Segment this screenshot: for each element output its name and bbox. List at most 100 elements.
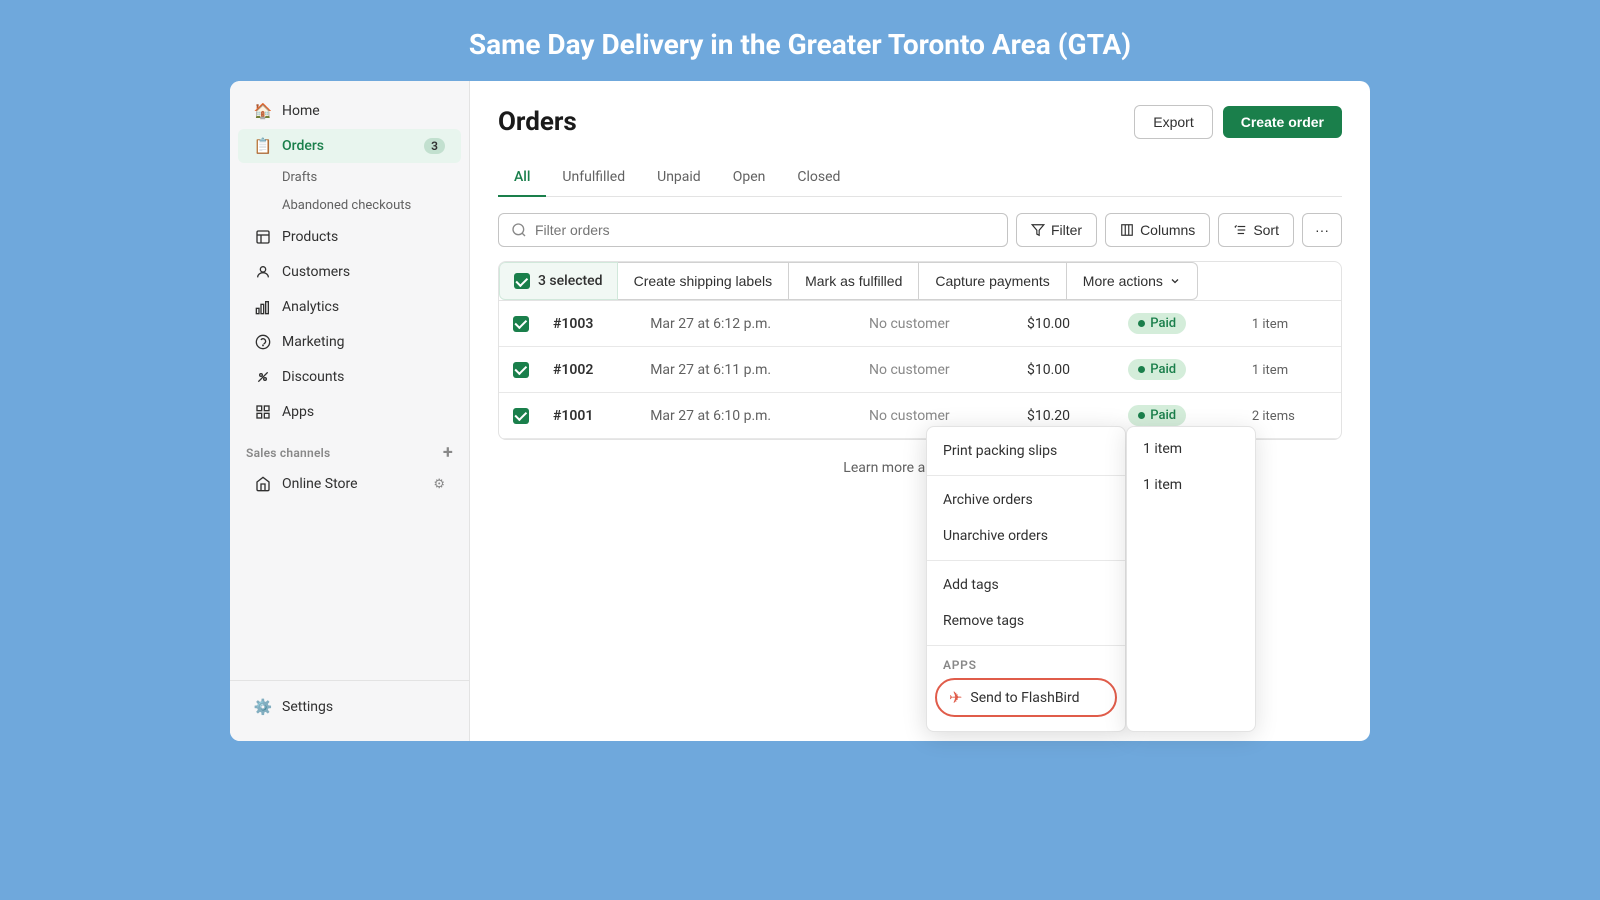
products-icon [254,228,272,246]
filter-icon [1031,223,1045,237]
search-box [498,213,1008,247]
sidebar-item-products[interactable]: Products [238,220,461,254]
main-header: Orders Export Create order [498,105,1342,139]
sales-channels-section: Sales channels + [230,430,469,466]
order-date: Mar 27 at 6:10 p.m. [650,408,771,424]
sidebar: 🏠 Home 📋 Orders 3 Drafts Abandoned check… [230,81,470,741]
order-checkbox[interactable] [513,362,529,378]
tab-unpaid[interactable]: Unpaid [641,159,717,197]
customers-icon [254,263,272,281]
dropdown-item-unarchive[interactable]: Unarchive orders [927,518,1125,554]
sidebar-item-orders[interactable]: 📋 Orders 3 [238,129,461,163]
tab-open[interactable]: Open [717,159,782,197]
table-row[interactable]: #1003 Mar 27 at 6:12 p.m. No customer $1… [499,301,1341,347]
order-items: 1 item [1252,317,1288,332]
sidebar-sub-label: Drafts [282,170,317,185]
order-status: Paid [1128,313,1186,334]
more-controls-button[interactable]: ··· [1302,213,1342,247]
order-number: #1002 [553,362,593,378]
tab-all[interactable]: All [498,159,546,197]
sidebar-item-abandoned[interactable]: Abandoned checkouts [238,192,461,219]
order-items: 2 items [1252,409,1295,424]
capture-payments-button[interactable]: Capture payments [919,262,1066,300]
dropdown-item-print-packing[interactable]: Print packing slips [927,433,1125,469]
marketing-icon [254,333,272,351]
order-status: Paid [1128,359,1186,380]
table-row[interactable]: #1002 Mar 27 at 6:11 p.m. No customer $1… [499,347,1341,393]
sidebar-item-home[interactable]: 🏠 Home [238,94,461,128]
order-checkbox[interactable] [513,316,529,332]
orders-icon: 📋 [254,137,272,155]
order-customer: No customer [869,362,950,378]
selection-count[interactable]: 3 selected [499,262,618,300]
sub-panel: 1 item 1 item [1126,426,1256,732]
sidebar-item-label: Online Store [282,476,358,492]
create-shipping-labels-button[interactable]: Create shipping labels [618,262,790,300]
dropdown-divider-2 [927,560,1125,561]
dropdown-item-archive[interactable]: Archive orders [927,482,1125,518]
main-content: Orders Export Create order All Unfulfill… [470,81,1370,741]
order-customer: No customer [869,408,950,424]
discounts-icon [254,368,272,386]
tab-closed[interactable]: Closed [781,159,856,197]
sidebar-item-label: Marketing [282,334,345,350]
sidebar-item-label: Analytics [282,299,339,315]
order-status: Paid [1128,405,1186,426]
tabs-bar: All Unfulfilled Unpaid Open Closed [498,159,1342,197]
sidebar-footer: ⚙️ Settings [230,680,470,725]
header-actions: Export Create order [1134,105,1342,139]
select-all-checkbox[interactable] [514,273,530,289]
chevron-down-icon [1169,275,1181,287]
analytics-icon [254,298,272,316]
order-number: #1003 [553,316,593,332]
home-icon: 🏠 [254,102,272,120]
orders-table-wrapper: 3 selected Create shipping labels Mark a… [498,261,1342,440]
dropdown-divider-3 [927,645,1125,646]
order-checkbox[interactable] [513,408,529,424]
search-input[interactable] [535,222,995,238]
sidebar-item-analytics[interactable]: Analytics [238,290,461,324]
sidebar-item-customers[interactable]: Customers [238,255,461,289]
sidebar-item-marketing[interactable]: Marketing [238,325,461,359]
sidebar-item-drafts[interactable]: Drafts [238,164,461,191]
dropdown-item-send-flashbird[interactable]: ✈ Send to FlashBird [935,678,1117,717]
tab-unfulfilled[interactable]: Unfulfilled [546,159,641,197]
sidebar-item-label: Customers [282,264,350,280]
online-store-settings-icon[interactable]: ⚙ [433,477,445,492]
dropdown-menu: Print packing slips Archive orders Unarc… [926,426,1126,732]
apps-section-label: APPS [927,652,1125,674]
export-button[interactable]: Export [1134,105,1212,139]
sidebar-item-apps[interactable]: Apps [238,395,461,429]
sort-icon [1233,223,1247,237]
apps-icon [254,403,272,421]
create-order-button[interactable]: Create order [1223,106,1342,138]
sidebar-item-label: Products [282,229,338,245]
sidebar-item-settings[interactable]: ⚙️ Settings [238,690,462,724]
sub-panel-item-1[interactable]: 1 item [1127,431,1255,467]
sub-panel-item-2[interactable]: 1 item [1127,467,1255,503]
dropdown-item-add-tags[interactable]: Add tags [927,567,1125,603]
order-amount: $10.00 [1027,362,1070,378]
sidebar-sub-label: Abandoned checkouts [282,198,411,213]
mark-fulfilled-button[interactable]: Mark as fulfilled [789,262,919,300]
dropdown-item-remove-tags[interactable]: Remove tags [927,603,1125,639]
app-container: 🏠 Home 📋 Orders 3 Drafts Abandoned check… [230,81,1370,741]
columns-button[interactable]: Columns [1105,213,1210,247]
columns-icon [1120,223,1134,237]
sort-button[interactable]: Sort [1218,213,1294,247]
order-customer: No customer [869,316,950,332]
search-icon [511,222,527,238]
dropdown-divider [927,475,1125,476]
order-date: Mar 27 at 6:12 p.m. [650,316,771,332]
add-sales-channel-button[interactable]: + [443,444,453,462]
more-actions-button[interactable]: More actions [1067,262,1198,300]
banner: Same Day Delivery in the Greater Toronto… [0,0,1600,81]
banner-title: Same Day Delivery in the Greater Toronto… [0,28,1600,61]
sidebar-item-label: Discounts [282,369,344,385]
sidebar-item-discounts[interactable]: Discounts [238,360,461,394]
selection-bar: 3 selected Create shipping labels Mark a… [499,262,1341,301]
page-title: Orders [498,107,577,137]
filter-button[interactable]: Filter [1016,213,1097,247]
flashbird-icon: ✈ [949,688,962,707]
sidebar-item-online-store[interactable]: Online Store ⚙ [238,467,461,501]
